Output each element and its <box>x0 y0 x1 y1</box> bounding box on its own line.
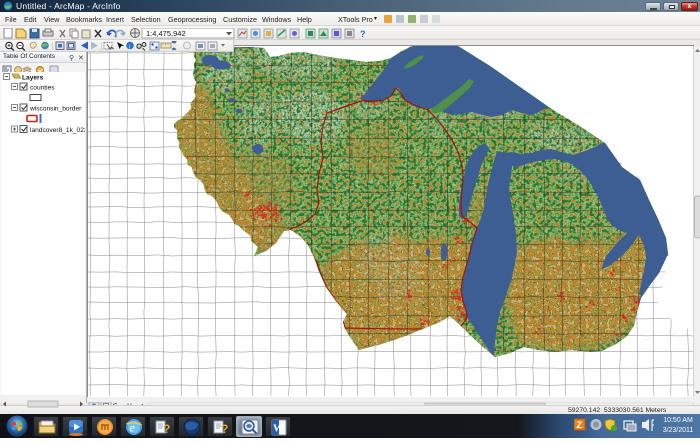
svg-text:1:4,475,942: 1:4,475,942 <box>146 29 186 38</box>
svg-text:?: ? <box>360 29 366 39</box>
svg-text:wisconsin_border: wisconsin_border <box>29 106 82 113</box>
svg-text:i: i <box>129 43 131 50</box>
svg-text:landcover8_1k_0220: landcover8_1k_0220 <box>30 127 85 134</box>
svg-text:?: ? <box>221 422 228 436</box>
svg-text:counties: counties <box>30 85 55 92</box>
svg-text:W: W <box>273 422 284 434</box>
svg-text:Layers: Layers <box>22 75 44 82</box>
svg-text:?: ? <box>163 422 170 436</box>
svg-text:Z: Z <box>577 420 583 430</box>
